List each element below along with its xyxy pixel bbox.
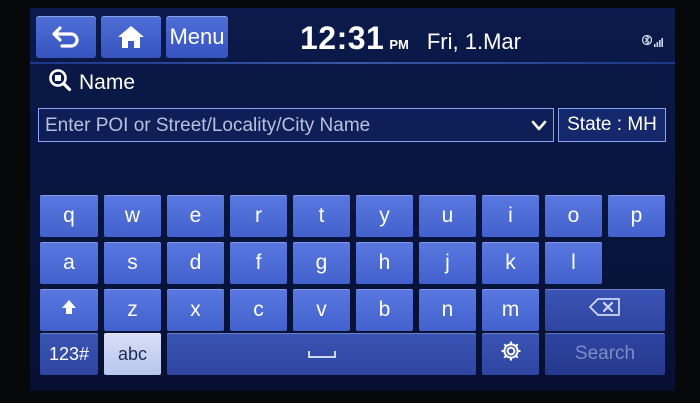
key-y[interactable]: y bbox=[356, 195, 413, 237]
key-label: a bbox=[63, 251, 75, 274]
key-a[interactable]: a bbox=[40, 242, 98, 284]
key-g[interactable]: g bbox=[293, 242, 350, 284]
key-label: b bbox=[378, 298, 391, 321]
shift-key[interactable] bbox=[40, 289, 98, 331]
abc-mode-label: abc bbox=[117, 343, 148, 364]
key-label: o bbox=[567, 204, 580, 227]
signal-bars-icon bbox=[654, 34, 663, 52]
home-icon bbox=[116, 24, 146, 50]
key-label: y bbox=[379, 204, 390, 227]
key-b[interactable]: b bbox=[356, 289, 413, 331]
key-p[interactable]: p bbox=[608, 195, 665, 237]
key-label: f bbox=[255, 251, 262, 274]
key-label: e bbox=[189, 204, 202, 227]
key-label: g bbox=[315, 251, 328, 274]
abc-mode-key[interactable]: abc bbox=[104, 333, 161, 375]
backspace-key[interactable] bbox=[545, 289, 665, 331]
key-label: j bbox=[445, 251, 450, 274]
key-label: q bbox=[63, 204, 75, 227]
key-l[interactable]: l bbox=[545, 242, 602, 284]
gear-icon bbox=[500, 340, 522, 368]
key-h[interactable]: h bbox=[356, 242, 413, 284]
page-title-text: Name bbox=[79, 71, 136, 94]
key-label: w bbox=[124, 204, 141, 227]
numeric-mode-label: 123# bbox=[48, 343, 90, 364]
key-s[interactable]: s bbox=[104, 242, 161, 284]
back-arrow-icon bbox=[50, 24, 82, 50]
key-label: p bbox=[630, 204, 643, 227]
key-k[interactable]: k bbox=[482, 242, 539, 284]
numeric-mode-key[interactable]: 123# bbox=[40, 333, 98, 375]
menu-label: Menu bbox=[169, 24, 225, 49]
header-divider bbox=[30, 62, 675, 64]
chevron-down-icon[interactable] bbox=[531, 119, 547, 137]
key-v[interactable]: v bbox=[293, 289, 350, 331]
search-field[interactable] bbox=[38, 108, 554, 143]
key-n[interactable]: n bbox=[419, 289, 476, 331]
key-label: t bbox=[318, 204, 325, 227]
key-label: h bbox=[378, 251, 391, 274]
clock-ampm: PM bbox=[389, 37, 409, 52]
space-key[interactable] bbox=[167, 333, 476, 375]
key-c[interactable]: c bbox=[230, 289, 287, 331]
page-title: Name bbox=[48, 68, 135, 98]
key-z[interactable]: z bbox=[104, 289, 161, 331]
key-label: d bbox=[189, 251, 202, 274]
key-label: n bbox=[441, 298, 454, 321]
key-q[interactable]: q bbox=[40, 195, 98, 237]
key-label: x bbox=[190, 298, 201, 321]
key-w[interactable]: w bbox=[104, 195, 161, 237]
key-label: v bbox=[316, 298, 327, 321]
key-label: r bbox=[255, 204, 262, 227]
key-label: l bbox=[571, 251, 576, 274]
shift-up-arrow-icon bbox=[60, 298, 78, 322]
key-label: u bbox=[441, 204, 454, 227]
key-label: c bbox=[253, 298, 264, 321]
key-r[interactable]: r bbox=[230, 195, 287, 237]
search-button[interactable]: Search bbox=[545, 333, 665, 375]
search-icon bbox=[48, 68, 72, 98]
space-bar-icon bbox=[307, 342, 337, 366]
status-icons bbox=[641, 34, 663, 52]
clock-date: Fri, 1.Mar bbox=[426, 29, 521, 54]
key-label: s bbox=[127, 251, 138, 274]
state-selector-button[interactable]: State : MH bbox=[558, 108, 666, 142]
key-m[interactable]: m bbox=[482, 289, 539, 331]
menu-button[interactable]: Menu bbox=[166, 16, 228, 58]
key-label: i bbox=[508, 204, 513, 227]
key-d[interactable]: d bbox=[167, 242, 224, 284]
clock: 12:31 PM Fri, 1.Mar bbox=[300, 20, 521, 57]
clock-time: 12:31 bbox=[300, 20, 385, 56]
key-label: z bbox=[127, 298, 138, 321]
key-u[interactable]: u bbox=[419, 195, 476, 237]
key-x[interactable]: x bbox=[167, 289, 224, 331]
key-t[interactable]: t bbox=[293, 195, 350, 237]
search-button-label: Search bbox=[574, 343, 636, 364]
key-o[interactable]: o bbox=[545, 195, 602, 237]
navigation-screen: Menu 12:31 PM Fri, 1.Mar Name Enter POI … bbox=[30, 8, 675, 391]
home-button[interactable] bbox=[101, 16, 161, 58]
key-e[interactable]: e bbox=[167, 195, 224, 237]
key-f[interactable]: f bbox=[230, 242, 287, 284]
key-label: k bbox=[505, 251, 516, 274]
backspace-icon bbox=[588, 297, 622, 323]
key-i[interactable]: i bbox=[482, 195, 539, 237]
back-button[interactable] bbox=[36, 16, 96, 58]
state-label: State : MH bbox=[567, 114, 657, 135]
settings-key[interactable] bbox=[482, 333, 539, 375]
key-j[interactable]: j bbox=[419, 242, 476, 284]
key-label: m bbox=[501, 298, 520, 321]
bluetooth-phone-icon bbox=[641, 34, 653, 52]
search-input[interactable] bbox=[43, 109, 517, 143]
